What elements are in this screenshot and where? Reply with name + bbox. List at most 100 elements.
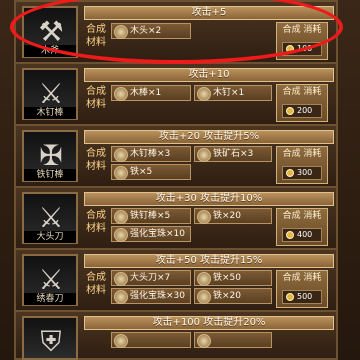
sword-icon: ⚔ — [38, 263, 64, 296]
axe-icon: ⚒ — [38, 15, 64, 48]
material-text: 木头×2 — [130, 26, 162, 36]
weapon-slot[interactable]: ⛨ — [22, 316, 78, 360]
material-item: 铁×20 — [194, 208, 272, 224]
material-icon — [114, 87, 128, 101]
weapon-slot[interactable]: ✠ 铁钉棒 — [22, 130, 78, 182]
craft-cost-panel[interactable]: 合成 消耗 500 — [276, 270, 328, 308]
material-icon — [114, 290, 128, 304]
weapon-row[interactable]: ⛨ 攻击+100 攻击提升20% — [14, 310, 338, 360]
material-icon — [114, 228, 128, 242]
price-value: 200 — [297, 106, 313, 115]
materials-label: 合成 — [86, 86, 106, 97]
coin-icon — [286, 169, 294, 177]
craft-cost-panel[interactable]: 合成 消耗 300 — [276, 146, 328, 184]
club-icon: ⚔ — [38, 77, 64, 110]
material-item: 铁×5 — [111, 164, 191, 180]
craft-cost-price: 500 — [282, 290, 322, 304]
weapon-name: 绣春刀 — [24, 293, 76, 305]
materials-label: 合成 — [86, 272, 106, 283]
weapon-bonus: 攻击+20 攻击提升5% — [84, 130, 334, 144]
material-item: 铁×50 — [194, 270, 272, 286]
weapon-bonus: 攻击+10 — [84, 68, 334, 82]
craft-cost-title: 合成 消耗 — [282, 211, 322, 221]
material-text: 强化宝珠×10 — [130, 229, 185, 239]
craft-cost-price: 400 — [282, 228, 322, 242]
material-text: 木棒×1 — [130, 88, 162, 98]
helmet-icon: ⛨ — [40, 325, 62, 358]
coin-icon — [286, 107, 294, 115]
material-text: 铁×5 — [130, 167, 153, 177]
weapon-row[interactable]: ⚒ 木斧 攻击+5 合成 材料 木头×2 合成 消耗 100 — [14, 0, 338, 64]
material-text: 木钉棒×3 — [130, 149, 171, 159]
material-text: 强化宝珠×30 — [130, 291, 185, 301]
material-text: 木钉×1 — [213, 88, 245, 98]
material-icon — [114, 166, 128, 180]
material-icon — [114, 272, 128, 286]
weapon-bonus: 攻击+5 — [84, 6, 334, 20]
weapon-slot[interactable]: ⚒ 木斧 — [22, 6, 78, 58]
weapon-bonus: 攻击+100 攻击提升20% — [84, 316, 334, 330]
material-item: 木钉×1 — [194, 85, 272, 101]
craft-cost-price: 100 — [282, 42, 322, 56]
blade-icon: ⚔ — [38, 201, 64, 234]
price-value: 400 — [297, 230, 313, 239]
material-icon — [114, 334, 128, 348]
material-item: 木棒×1 — [111, 85, 191, 101]
material-icon — [197, 148, 211, 162]
material-text: 大头刀×7 — [130, 273, 171, 283]
weapon-crafting-list[interactable]: ⚒ 木斧 攻击+5 合成 材料 木头×2 合成 消耗 100 ⚔ 木钉棒 攻击+… — [0, 0, 360, 360]
mace-icon: ✠ — [39, 139, 63, 172]
craft-cost-title: 合成 消耗 — [282, 273, 322, 283]
craft-cost-price: 300 — [282, 166, 322, 180]
weapon-name: 木钉棒 — [24, 107, 76, 119]
weapon-slot[interactable]: ⚔ 绣春刀 — [22, 254, 78, 306]
material-icon — [197, 210, 211, 224]
materials-label: 合成 — [86, 210, 106, 221]
craft-cost-title: 合成 消耗 — [282, 149, 322, 159]
material-icon — [114, 210, 128, 224]
craft-cost-panel[interactable]: 合成 消耗 100 — [276, 22, 328, 60]
coin-icon — [286, 231, 294, 239]
price-value: 500 — [297, 292, 313, 301]
materials-label: 合成 — [86, 148, 106, 159]
weapon-bonus: 攻击+50 攻击提升15% — [84, 254, 334, 268]
price-value: 300 — [297, 168, 313, 177]
material-icon — [197, 87, 211, 101]
weapon-slot[interactable]: ⚔ 大头刀 — [22, 192, 78, 244]
weapon-bonus: 攻击+30 攻击提升10% — [84, 192, 334, 206]
material-text: 铁钉棒×5 — [130, 211, 171, 221]
material-item — [111, 332, 191, 348]
craft-cost-title: 合成 消耗 — [282, 87, 322, 97]
material-text: 铁×20 — [213, 211, 241, 221]
material-icon — [197, 290, 211, 304]
material-text: 铁×20 — [213, 291, 241, 301]
material-item: 铁×20 — [194, 288, 272, 304]
weapon-row[interactable]: ✠ 铁钉棒 攻击+20 攻击提升5% 合成 材料 木钉棒×3 铁矿石×3 铁×5… — [14, 124, 338, 188]
material-item: 木钉棒×3 — [111, 146, 191, 162]
weapon-row[interactable]: ⚔ 木钉棒 攻击+10 合成 材料 木棒×1 木钉×1 合成 消耗 200 — [14, 62, 338, 126]
weapon-row[interactable]: ⚔ 绣春刀 攻击+50 攻击提升15% 合成 材料 大头刀×7 铁×50 强化宝… — [14, 248, 338, 312]
craft-cost-panel[interactable]: 合成 消耗 200 — [276, 84, 328, 122]
material-icon — [197, 272, 211, 286]
materials-label: 合成 — [86, 24, 106, 35]
craft-cost-title: 合成 消耗 — [282, 25, 322, 35]
weapon-name: 铁钉棒 — [24, 169, 76, 181]
materials-label: 材料 — [86, 285, 106, 296]
materials-label: 材料 — [86, 99, 106, 110]
weapon-name: 木斧 — [24, 45, 76, 57]
material-text: 铁×50 — [213, 273, 241, 283]
coin-icon — [286, 293, 294, 301]
material-icon — [197, 334, 211, 348]
weapon-row[interactable]: ⚔ 大头刀 攻击+30 攻击提升10% 合成 材料 铁钉棒×5 铁×20 强化宝… — [14, 186, 338, 250]
material-item: 铁矿石×3 — [194, 146, 272, 162]
material-item: 强化宝珠×30 — [111, 288, 191, 304]
material-item: 铁钉棒×5 — [111, 208, 191, 224]
material-text: 铁矿石×3 — [213, 149, 254, 159]
material-item: 强化宝珠×10 — [111, 226, 191, 242]
craft-cost-panel[interactable]: 合成 消耗 400 — [276, 208, 328, 246]
material-icon — [114, 25, 128, 39]
weapon-slot[interactable]: ⚔ 木钉棒 — [22, 68, 78, 120]
craft-cost-price: 200 — [282, 104, 322, 118]
materials-label: 材料 — [86, 161, 106, 172]
price-value: 100 — [297, 44, 313, 53]
